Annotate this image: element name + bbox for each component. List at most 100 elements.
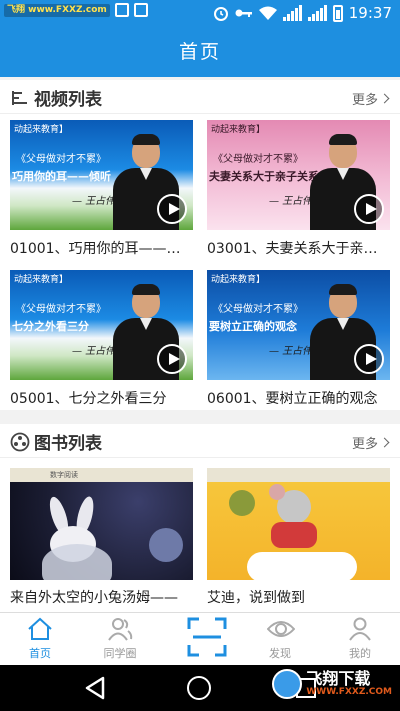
thumbnail-lesson-title: 七分之外看三分 — [12, 320, 89, 333]
award-seal-illustration — [229, 490, 255, 516]
mouse-character-illustration — [269, 484, 311, 524]
chevron-right-icon — [379, 93, 390, 104]
tab-profile[interactable]: 我的 — [320, 613, 400, 665]
status-right-icons: 19:37 — [213, 4, 392, 22]
play-icon[interactable] — [157, 194, 187, 224]
status-time: 19:37 — [348, 4, 392, 22]
video-card[interactable]: 动起来教育】 《父母做对才不累》 七分之外看三分 — 王占伟 05001、七分之… — [10, 270, 193, 408]
alarm-icon — [213, 7, 228, 21]
home-icon — [28, 617, 52, 640]
page-title: 首页 — [178, 41, 221, 63]
video-card[interactable]: 动起来教育】 《父母做对才不累》 巧用你的耳——倾听 — 王占伟 01001、巧… — [10, 120, 193, 258]
video-list-icon — [12, 90, 27, 105]
play-icon[interactable] — [354, 194, 384, 224]
video-section-label: 视频列表 — [34, 90, 102, 110]
notification-icon — [114, 3, 129, 17]
tab-profile-label: 我的 — [349, 647, 371, 660]
rabbit-astronaut-illustration — [38, 494, 114, 580]
play-icon[interactable] — [157, 344, 187, 374]
video-title[interactable]: 05001、七分之外看三分 — [10, 388, 193, 408]
app-header: 首页 — [0, 27, 400, 77]
thumbnail-tag: 动起来教育】 — [211, 125, 266, 135]
video-card[interactable]: 动起来教育】 《父母做对才不累》 要树立正确的观念 — 王占伟 06001、要树… — [207, 270, 390, 408]
wifi-icon — [258, 6, 277, 20]
video-thumbnail[interactable]: 动起来教育】 《父母做对才不累》 七分之外看三分 — 王占伟 — [10, 270, 193, 380]
tab-discover-label: 发现 — [269, 647, 291, 660]
book-section: 图书列表 更多 数字阅读 来自外太空的小兔汤姆—— 艾迪，说到做到 — [0, 424, 400, 612]
thumbnail-book-title: 《父母做对才不累》 — [213, 154, 303, 165]
tab-classmates[interactable]: 同学圈 — [80, 613, 160, 665]
status-left-icons: 飞翔 www.FXXZ.com — [4, 3, 148, 17]
video-title[interactable]: 06001、要树立正确的观念 — [207, 388, 390, 408]
mouse-body-illustration — [271, 522, 317, 548]
thumbnail-book-title: 《父母做对才不累》 — [16, 154, 106, 165]
watermark-label: 飞翔 www.FXXZ.com — [4, 3, 110, 17]
battery-icon — [332, 4, 343, 22]
thumbnail-lesson-title: 巧用你的耳——倾听 — [12, 170, 111, 183]
video-section-title: 视频列表 — [10, 85, 102, 110]
thumbnail-tag: 动起来教育】 — [14, 125, 69, 135]
home-button-icon[interactable] — [187, 676, 211, 700]
back-icon[interactable] — [84, 676, 106, 700]
video-thumbnail[interactable]: 动起来教育】 《父母做对才不累》 要树立正确的观念 — 王占伟 — [207, 270, 390, 380]
classmates-icon — [108, 618, 133, 641]
scan-icon — [187, 617, 227, 657]
video-thumbnail[interactable]: 动起来教育】 《父母做对才不累》 夫妻关系大于亲子关系 — 王占伟 — [207, 120, 390, 230]
thumbnail-signature: — 王占伟 — [72, 196, 116, 207]
book-list-icon — [10, 432, 30, 451]
book-more-link[interactable]: 更多 — [351, 433, 390, 452]
tab-scan[interactable] — [160, 613, 240, 665]
book-section-label: 图书列表 — [34, 434, 102, 454]
book-section-header: 图书列表 更多 — [0, 424, 400, 458]
planet-illustration — [149, 528, 183, 562]
thumbnail-tag: 动起来教育】 — [14, 275, 69, 285]
thumbnail-signature: — 王占伟 — [269, 346, 313, 357]
cover-header-strip — [10, 468, 193, 482]
book-cover[interactable] — [207, 468, 390, 580]
book-title[interactable]: 来自外太空的小兔汤姆—— — [10, 587, 193, 607]
watermark-sub-text: WWW.FXXZ.COM — [306, 686, 392, 697]
thumbnail-book-title: 《父母做对才不累》 — [213, 304, 303, 315]
thumbnail-lesson-title: 要树立正确的观念 — [209, 320, 297, 333]
watermark-main-text: 飞翔下载 — [306, 669, 371, 689]
video-section: 视频列表 更多 动起来教育】 《父母做对才不累》 巧用你的耳——倾听 — 王占伟… — [0, 80, 400, 410]
bottom-tab-bar: 首页 同学圈 发现 我的 — [0, 612, 400, 665]
video-more-link[interactable]: 更多 — [351, 89, 390, 108]
system-nav-bar: 飞翔下载 WWW.FXXZ.COM — [0, 665, 400, 711]
watermark-logo-icon — [272, 669, 303, 699]
tab-home[interactable]: 首页 — [0, 613, 80, 665]
tab-home-label: 首页 — [29, 647, 51, 660]
video-section-header: 视频列表 更多 — [0, 80, 400, 114]
cover-strip-text: 数字阅读 — [50, 471, 78, 479]
book-card[interactable]: 艾迪，说到做到 — [207, 468, 390, 607]
video-card[interactable]: 动起来教育】 《父母做对才不累》 夫妻关系大于亲子关系 — 王占伟 03001、… — [207, 120, 390, 258]
book-card[interactable]: 数字阅读 来自外太空的小兔汤姆—— — [10, 468, 193, 607]
video-title[interactable]: 03001、夫妻关系大于亲子关系 — [207, 238, 390, 258]
tab-discover[interactable]: 发现 — [240, 613, 320, 665]
book-cover[interactable]: 数字阅读 — [10, 468, 193, 580]
book-section-title: 图书列表 — [10, 429, 102, 454]
tab-classmates-label: 同学圈 — [103, 647, 137, 660]
cover-header-strip — [207, 468, 390, 482]
thumbnail-signature: — 王占伟 — [269, 196, 313, 207]
discover-eye-icon — [267, 621, 295, 637]
signal-icon — [282, 5, 302, 21]
video-more-label: 更多 — [351, 93, 378, 108]
play-icon[interactable] — [354, 344, 384, 374]
cloud-illustration — [247, 552, 357, 580]
video-thumbnail[interactable]: 动起来教育】 《父母做对才不累》 巧用你的耳——倾听 — 王占伟 — [10, 120, 193, 230]
key-icon — [235, 9, 252, 17]
thumbnail-signature: — 王占伟 — [72, 346, 116, 357]
signal-icon — [307, 5, 327, 21]
chevron-right-icon — [379, 437, 390, 448]
thumbnail-lesson-title: 夫妻关系大于亲子关系 — [209, 170, 319, 183]
thumbnail-book-title: 《父母做对才不累》 — [16, 304, 106, 315]
notification-icon — [133, 3, 148, 17]
watermark-logo: 飞翔下载 WWW.FXXZ.COM — [272, 669, 392, 699]
thumbnail-tag: 动起来教育】 — [211, 275, 266, 285]
video-title[interactable]: 01001、巧用你的耳——倾听 — [10, 238, 193, 258]
status-bar: 飞翔 www.FXXZ.com 19:37 — [0, 0, 400, 27]
profile-icon — [349, 617, 371, 641]
book-title[interactable]: 艾迪，说到做到 — [207, 587, 390, 607]
book-more-label: 更多 — [351, 437, 378, 452]
